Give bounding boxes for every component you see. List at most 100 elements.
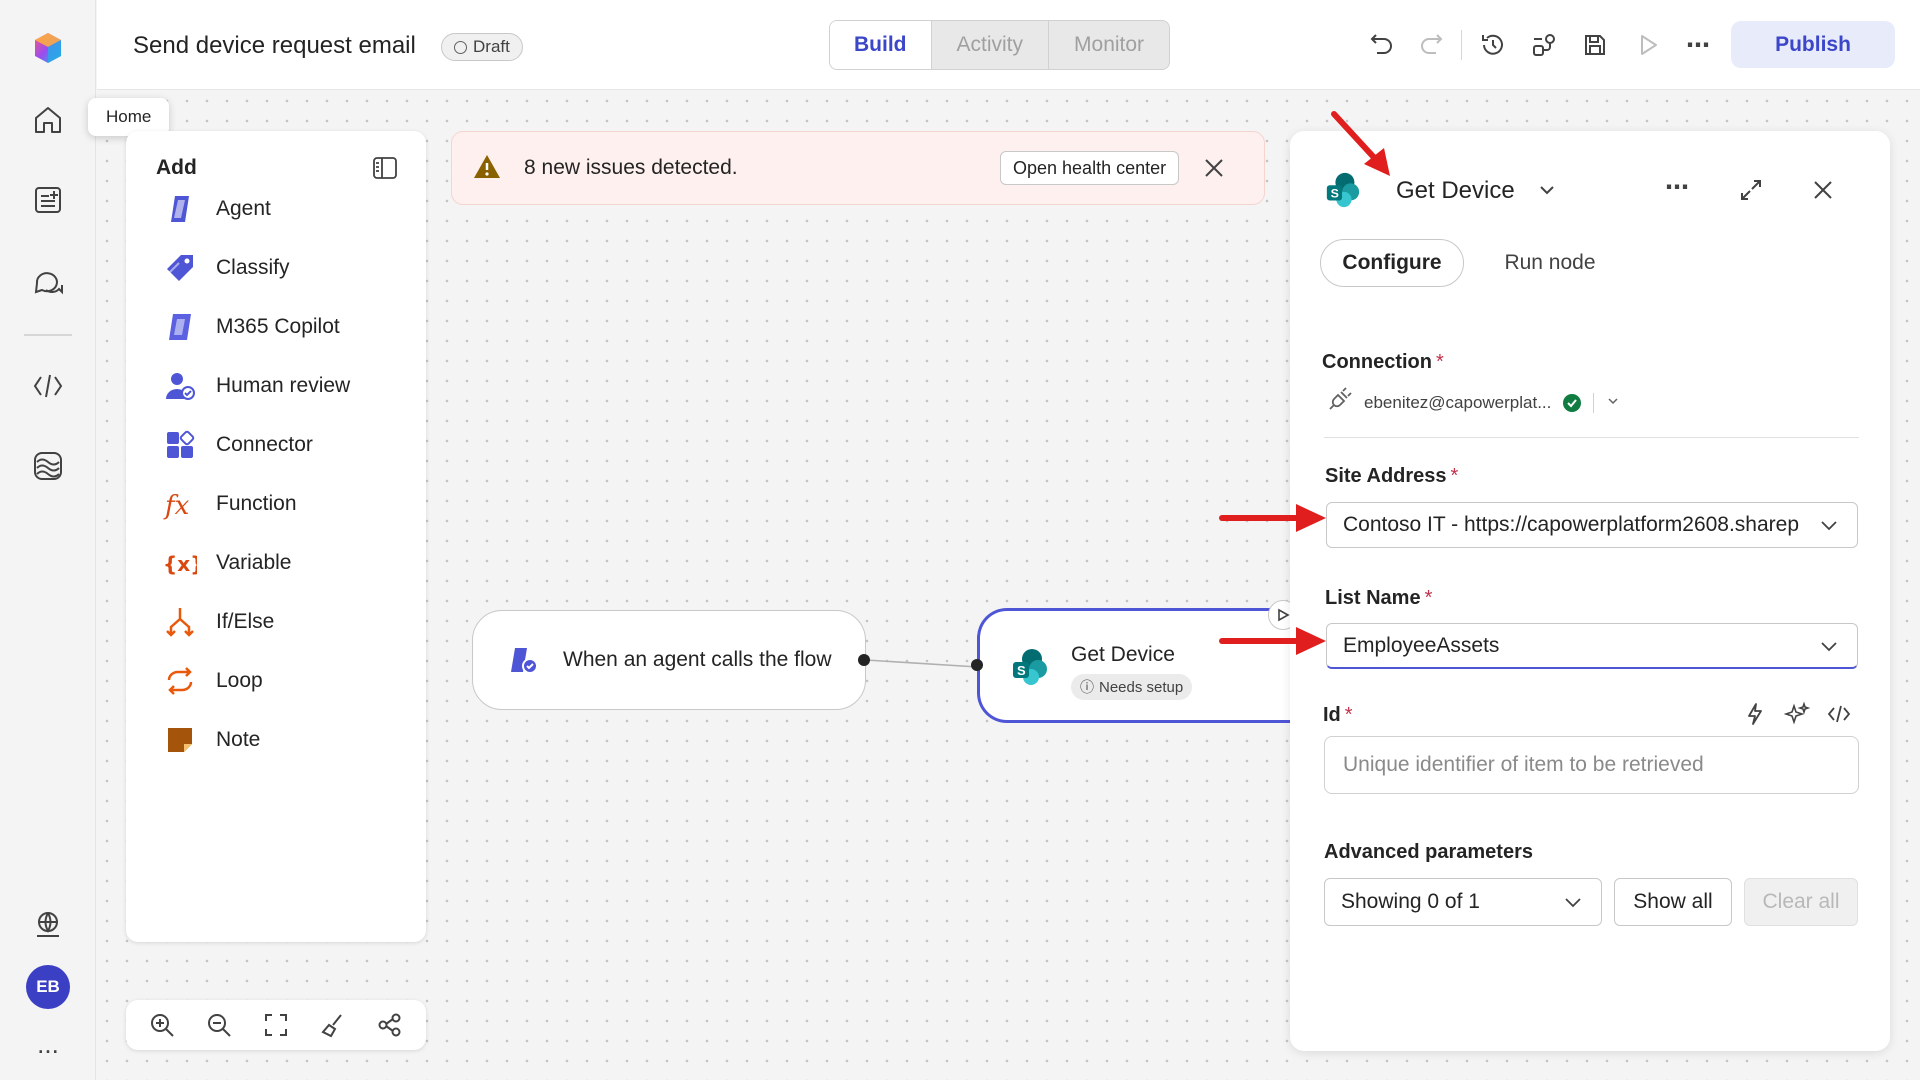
advanced-parameters-dropdown[interactable]: Showing 0 of 1 bbox=[1324, 878, 1602, 926]
agent-trigger-icon bbox=[505, 642, 541, 678]
add-item-classify[interactable]: Classify bbox=[162, 244, 290, 292]
play-icon[interactable] bbox=[1631, 28, 1665, 62]
sparkle-icon[interactable] bbox=[1783, 701, 1811, 727]
site-address-dropdown[interactable]: Contoso IT - https://capowerplatform2608… bbox=[1326, 502, 1858, 548]
close-icon[interactable] bbox=[1806, 173, 1840, 207]
tidy-icon[interactable] bbox=[317, 1009, 349, 1041]
chat-icon[interactable] bbox=[24, 256, 72, 304]
svg-text:{x}: {x} bbox=[163, 552, 197, 576]
add-item-label: Variable bbox=[216, 551, 292, 574]
add-item-function[interactable]: fx Function bbox=[162, 480, 297, 528]
list-name-value: EmployeeAssets bbox=[1343, 633, 1500, 657]
code-view-icon[interactable] bbox=[1826, 701, 1852, 727]
connection-selector[interactable]: ebenitez@capowerplat... bbox=[1326, 387, 1620, 418]
panel-title[interactable]: Get Device bbox=[1396, 177, 1515, 205]
required-marker: * bbox=[1450, 465, 1459, 487]
add-item-human-review[interactable]: Human review bbox=[162, 362, 350, 410]
clear-all-button[interactable]: Clear all bbox=[1744, 878, 1858, 926]
connection-divider bbox=[1593, 392, 1595, 413]
info-icon: ⓘ bbox=[1080, 679, 1094, 695]
flow-checker-icon[interactable] bbox=[1527, 28, 1561, 62]
tab-activity[interactable]: Activity bbox=[930, 21, 1049, 69]
draft-circle-icon bbox=[454, 40, 467, 54]
rail-divider bbox=[24, 334, 72, 336]
avatar[interactable]: EB bbox=[26, 965, 70, 1009]
add-item-m365-copilot[interactable]: M365 Copilot bbox=[162, 303, 340, 351]
more-icon[interactable]: ⋯ bbox=[1660, 173, 1694, 207]
add-item-agent[interactable]: Agent bbox=[162, 185, 271, 233]
dynamic-content-icon[interactable] bbox=[1742, 701, 1768, 727]
more-icon[interactable]: ... bbox=[24, 1020, 72, 1068]
annotation-arrow-icon bbox=[1219, 504, 1326, 532]
chevron-down-icon[interactable] bbox=[1532, 175, 1562, 205]
add-item-variable[interactable]: {x} Variable bbox=[162, 539, 292, 587]
list-name-dropdown[interactable]: EmployeeAssets bbox=[1326, 623, 1858, 669]
output-port[interactable] bbox=[858, 654, 870, 666]
add-item-label: Connector bbox=[216, 433, 313, 456]
tab-build[interactable]: Build bbox=[830, 21, 931, 69]
tab-run-node[interactable]: Run node bbox=[1480, 239, 1620, 287]
zoom-in-icon[interactable] bbox=[146, 1009, 178, 1041]
flow-title: Send device request email bbox=[133, 32, 416, 59]
globe-icon[interactable] bbox=[24, 900, 72, 948]
plug-icon bbox=[1326, 387, 1352, 418]
save-icon[interactable] bbox=[1578, 28, 1612, 62]
chevron-down-icon bbox=[1565, 898, 1581, 908]
minimap-icon[interactable] bbox=[374, 1009, 406, 1041]
undo-icon[interactable] bbox=[1365, 28, 1399, 62]
human-review-icon bbox=[162, 368, 198, 404]
show-all-button[interactable]: Show all bbox=[1614, 878, 1732, 926]
publish-button[interactable]: Publish bbox=[1731, 21, 1895, 68]
trigger-node-label: When an agent calls the flow bbox=[563, 648, 832, 671]
connection-label-text: Connection bbox=[1322, 351, 1432, 373]
variable-icon: {x} bbox=[162, 545, 198, 581]
close-icon[interactable] bbox=[1198, 152, 1230, 184]
code-icon[interactable] bbox=[24, 362, 72, 410]
site-address-label: Site Address * bbox=[1325, 465, 1458, 488]
history-icon[interactable] bbox=[1476, 28, 1510, 62]
canvas-toolbar bbox=[126, 1000, 426, 1050]
if-else-icon bbox=[162, 604, 198, 640]
list-name-label: List Name * bbox=[1325, 587, 1432, 610]
collapse-panel-icon[interactable] bbox=[370, 153, 400, 183]
needs-setup-badge: ⓘ Needs setup bbox=[1071, 674, 1193, 700]
add-item-label: If/Else bbox=[216, 610, 275, 633]
add-item-note[interactable]: Note bbox=[162, 716, 260, 764]
check-icon bbox=[1563, 393, 1582, 412]
open-health-center-button[interactable]: Open health center bbox=[1000, 151, 1180, 185]
left-rail: EB ... bbox=[0, 0, 96, 1080]
list-name-label-text: List Name bbox=[1325, 587, 1421, 609]
redo-icon[interactable] bbox=[1414, 28, 1448, 62]
fit-view-icon[interactable] bbox=[260, 1009, 292, 1041]
app-logo-icon[interactable] bbox=[24, 24, 72, 72]
section-divider bbox=[1324, 437, 1859, 438]
toolbar-divider bbox=[1461, 30, 1462, 60]
expand-icon[interactable] bbox=[1734, 173, 1768, 207]
add-item-loop[interactable]: Loop bbox=[162, 657, 263, 705]
site-address-label-text: Site Address bbox=[1325, 465, 1447, 487]
add-item-label: Function bbox=[216, 492, 297, 515]
add-item-connector[interactable]: Connector bbox=[162, 421, 313, 469]
chevron-down-icon[interactable] bbox=[1606, 393, 1620, 413]
zoom-out-icon[interactable] bbox=[203, 1009, 235, 1041]
connector-icon bbox=[162, 427, 198, 463]
chevron-down-icon bbox=[1821, 641, 1837, 651]
warning-icon bbox=[472, 152, 502, 182]
issues-banner: 8 new issues detected. Open health cente… bbox=[451, 131, 1265, 205]
more-icon[interactable]: ⋯ bbox=[1681, 28, 1715, 62]
tab-configure[interactable]: Configure bbox=[1320, 239, 1464, 287]
tab-monitor[interactable]: Monitor bbox=[1048, 21, 1169, 69]
add-item-label: Agent bbox=[216, 197, 271, 220]
add-item-if-else[interactable]: If/Else bbox=[162, 598, 274, 646]
new-document-icon[interactable] bbox=[24, 176, 72, 224]
required-marker: * bbox=[1344, 704, 1353, 726]
trigger-node[interactable]: When an agent calls the flow bbox=[472, 610, 866, 710]
home-icon[interactable] bbox=[24, 96, 72, 144]
input-port[interactable] bbox=[971, 659, 983, 671]
id-input[interactable]: Unique identifier of item to be retrieve… bbox=[1324, 736, 1859, 794]
wave-icon[interactable] bbox=[24, 442, 72, 490]
add-panel-title: Add bbox=[156, 156, 197, 179]
chevron-down-icon bbox=[1821, 521, 1837, 531]
required-marker: * bbox=[1424, 587, 1433, 609]
add-item-label: Classify bbox=[216, 256, 290, 279]
